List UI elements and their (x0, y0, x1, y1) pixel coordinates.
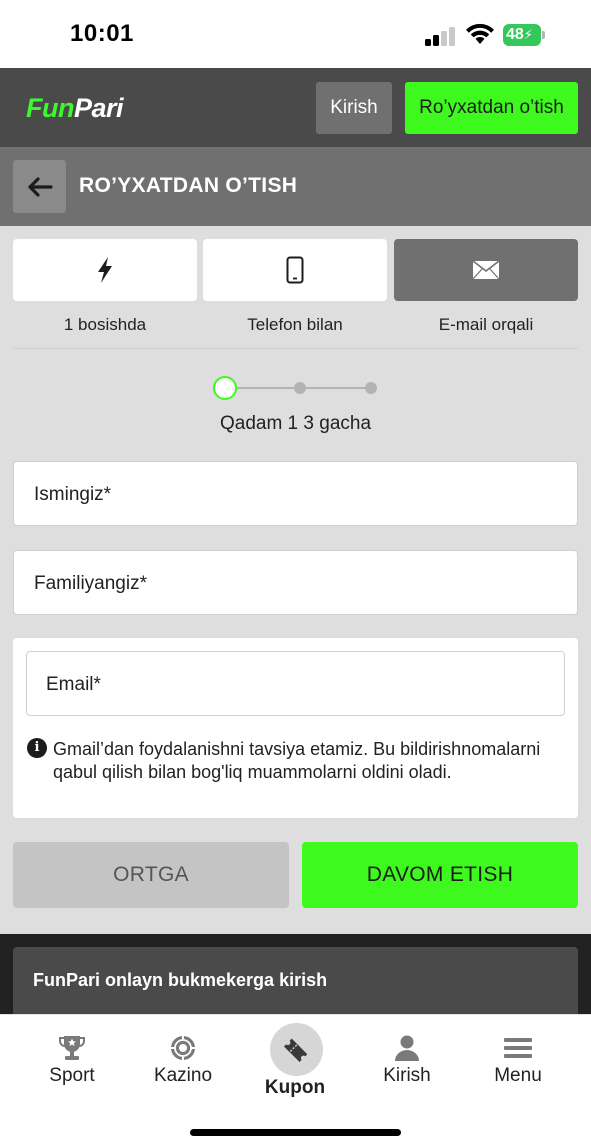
tab-phone[interactable] (203, 239, 387, 301)
funpari-logo[interactable]: FunPari (26, 93, 124, 124)
nav-kirish-label: Kirish (383, 1065, 431, 1086)
tab-email-label: E-mail orqali (438, 315, 534, 334)
email-placeholder: Email* (46, 674, 101, 695)
hamburger-menu-icon (504, 1038, 532, 1058)
step-progress (213, 376, 383, 400)
info-accordion[interactable]: FunPari onlayn bukmekerga kirish (13, 947, 578, 1014)
wifi-icon (466, 23, 494, 44)
login-button[interactable]: Kirish (316, 82, 392, 134)
tab-one-click[interactable] (13, 239, 197, 301)
continue-button[interactable]: DAVOM ETISH (302, 842, 578, 908)
divider (13, 348, 578, 349)
nav-kupon[interactable]: Kupon (240, 1015, 350, 1115)
last-name-placeholder: Familiyangiz* (34, 573, 147, 594)
battery-icon: 48⚡ (503, 24, 545, 46)
cellular-signal-icon (425, 26, 457, 46)
status-bar: 10:01 48⚡ (0, 0, 591, 68)
info-icon: i (27, 738, 47, 758)
phone-icon (286, 256, 304, 284)
page-title-bar: RO’YXATDAN O’TISH (0, 147, 591, 226)
nav-kazino-label: Kazino (153, 1065, 213, 1086)
step-3-indicator (365, 382, 377, 394)
nav-kupon-label: Kupon (264, 1077, 326, 1098)
back-step-button[interactable]: ORTGA (13, 842, 289, 908)
step-1-indicator (213, 376, 237, 400)
first-name-placeholder: Ismingiz* (34, 484, 112, 505)
lightning-icon (98, 257, 112, 283)
user-icon (395, 1035, 419, 1061)
footer-area: FunPari onlayn bukmekerga kirish (0, 934, 591, 1014)
nav-sport-label: Sport (49, 1065, 95, 1086)
register-button[interactable]: Ro’yxatdan o’tish (405, 82, 578, 134)
nav-kirish[interactable]: Kirish (352, 1015, 462, 1115)
step-2-indicator (294, 382, 306, 394)
trophy-icon (59, 1036, 85, 1060)
email-hint: Gmail’dan foydalanishni tavsiya etamiz. … (53, 739, 541, 782)
nav-kazino[interactable]: Kazino (128, 1015, 238, 1115)
first-name-field[interactable]: Ismingiz* (13, 461, 578, 526)
nav-menu[interactable]: Menu (463, 1015, 573, 1115)
tab-one-click-label: 1 bosishda (63, 315, 147, 334)
accordion-title: FunPari onlayn bukmekerga kirish (33, 970, 328, 990)
email-card: Email* i Gmail’dan foydalanishni tavsiya… (13, 638, 578, 818)
nav-sport[interactable]: Sport (17, 1015, 127, 1115)
bottom-nav: Sport Kazino Kupon Kirish Menu (0, 1014, 591, 1147)
page-title: RO’YXATDAN O’TISH (79, 174, 298, 197)
registration-form: 1 bosishda Telefon bilan E-mail orqali Q… (0, 226, 591, 934)
casino-chip-icon (171, 1036, 195, 1060)
email-field[interactable]: Email* (26, 651, 565, 716)
home-indicator (190, 1129, 401, 1136)
back-button[interactable] (13, 160, 66, 213)
tab-email[interactable] (394, 239, 578, 301)
tab-phone-label: Telefon bilan (247, 315, 343, 334)
site-header: FunPari Kirish Ro’yxatdan o’tish (0, 68, 591, 147)
step-text: Qadam 1 3 gacha (219, 413, 372, 434)
envelope-icon (472, 260, 500, 280)
arrow-left-icon (27, 176, 53, 197)
ticket-icon (283, 1038, 308, 1063)
last-name-field[interactable]: Familiyangiz* (13, 550, 578, 615)
nav-menu-label: Menu (494, 1065, 542, 1086)
status-time: 10:01 (70, 20, 134, 47)
battery-level: 48 (506, 26, 524, 43)
